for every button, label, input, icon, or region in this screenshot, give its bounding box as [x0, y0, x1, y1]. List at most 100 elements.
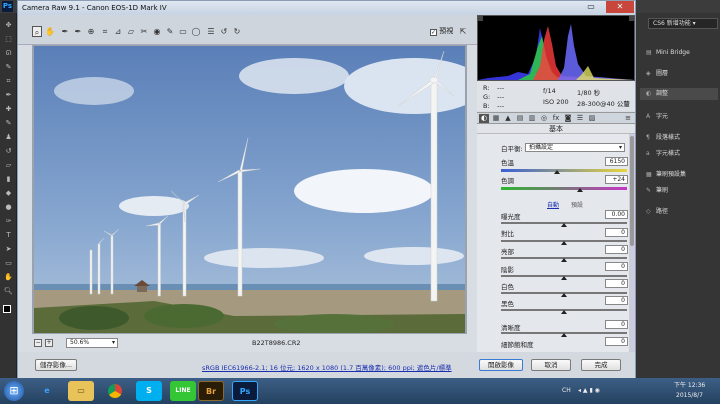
- crop-tool-icon[interactable]: ⌗: [3, 77, 14, 86]
- panel-paragraph-styles[interactable]: ¶ 段落樣式: [646, 132, 680, 144]
- maximize-button[interactable]: ▭: [578, 1, 604, 13]
- exposure-slider-handle[interactable]: [561, 223, 567, 227]
- tint-input[interactable]: +24: [605, 175, 628, 184]
- whites-input[interactable]: 0: [605, 279, 628, 288]
- default-link[interactable]: 預設: [571, 200, 583, 209]
- highlights-input[interactable]: 0: [605, 245, 628, 254]
- preview-checkbox[interactable]: ✓ 預視: [430, 26, 453, 37]
- internet-explorer-icon[interactable]: e: [34, 381, 60, 401]
- close-button[interactable]: ✕: [606, 1, 634, 13]
- blacks-input[interactable]: 0: [605, 296, 628, 305]
- preferences-icon[interactable]: ☰: [206, 26, 216, 37]
- vibrance-input[interactable]: 0: [605, 337, 628, 346]
- pen-tool-icon[interactable]: ✑: [3, 217, 14, 226]
- dodge-tool-icon[interactable]: ●: [3, 203, 14, 212]
- graduated-filter-icon[interactable]: ▭: [178, 26, 188, 37]
- bridge-icon[interactable]: Br: [198, 381, 224, 401]
- panel-character-styles[interactable]: a 字元樣式: [646, 148, 680, 160]
- healing-tool-icon[interactable]: ✚: [3, 105, 14, 114]
- path-select-tool-icon[interactable]: ➤: [3, 245, 14, 254]
- photoshop-taskbar-icon[interactable]: Ps: [232, 381, 258, 401]
- open-image-button[interactable]: 開啟影像: [479, 359, 523, 371]
- skype-icon[interactable]: S: [136, 381, 162, 401]
- transform-icon[interactable]: ▱: [126, 26, 136, 37]
- radial-filter-icon[interactable]: ◯: [191, 26, 201, 37]
- whites-slider-handle[interactable]: [561, 293, 567, 297]
- straighten-icon[interactable]: ⊿: [113, 26, 123, 37]
- blur-tool-icon[interactable]: ◆: [3, 189, 14, 198]
- exposure-input[interactable]: 0.00: [605, 210, 628, 219]
- workspace-switcher[interactable]: CS6 新增功能 ▾: [648, 18, 718, 29]
- clarity-slider-handle[interactable]: [561, 333, 567, 337]
- shape-tool-icon[interactable]: ▭: [3, 259, 14, 268]
- tab-snapshots-icon[interactable]: ▨: [587, 114, 597, 123]
- move-tool-icon[interactable]: ✥: [3, 21, 14, 30]
- color-sampler-icon[interactable]: ✒: [73, 26, 83, 37]
- white-balance-select[interactable]: 拍攝設定 ▾: [525, 143, 625, 152]
- panel-brush-presets[interactable]: ▦ 筆刷預設集: [646, 169, 686, 181]
- tint-slider[interactable]: [501, 187, 627, 190]
- tab-basic[interactable]: ◐: [479, 114, 489, 123]
- temperature-slider-handle[interactable]: [554, 170, 560, 174]
- panel-paths[interactable]: ◇ 路徑: [646, 206, 668, 218]
- marquee-tool-icon[interactable]: ⬚: [3, 35, 14, 44]
- zoom-tool-icon[interactable]: 🔍︎: [3, 287, 14, 296]
- stamp-tool-icon[interactable]: ♟: [3, 133, 14, 142]
- shadows-slider-handle[interactable]: [561, 276, 567, 280]
- contrast-input[interactable]: 0: [605, 228, 628, 237]
- auto-link[interactable]: 自動: [547, 200, 559, 209]
- panel-brush[interactable]: ✎ 筆刷: [646, 185, 668, 197]
- targeted-adjust-icon[interactable]: ⊕: [86, 26, 96, 37]
- tab-split-toning-icon[interactable]: ▥: [527, 114, 537, 123]
- tab-effects-icon[interactable]: fx: [551, 114, 561, 123]
- contrast-slider-handle[interactable]: [561, 241, 567, 245]
- photo-preview[interactable]: [34, 46, 465, 333]
- hand-icon[interactable]: ✋: [45, 26, 55, 37]
- type-tool-icon[interactable]: T: [3, 231, 14, 240]
- highlights-slider-handle[interactable]: [561, 258, 567, 262]
- panel-scrollbar-thumb[interactable]: [630, 136, 634, 246]
- panel-adjustments[interactable]: ◐ 調整: [640, 88, 718, 100]
- eyedropper-tool-icon[interactable]: ✒: [3, 91, 14, 100]
- tab-lens-icon[interactable]: ◎: [539, 114, 549, 123]
- temperature-input[interactable]: 6150: [605, 157, 628, 166]
- crop-icon[interactable]: ⌗: [100, 26, 110, 37]
- white-balance-icon[interactable]: ✒: [60, 26, 70, 37]
- zoom-level-select[interactable]: 50.6% ▾: [66, 338, 118, 348]
- history-brush-tool-icon[interactable]: ↺: [3, 147, 14, 156]
- fullscreen-icon[interactable]: ⇱: [458, 26, 468, 37]
- foreground-color-swatch[interactable]: [3, 305, 11, 313]
- tab-tone-curve-icon[interactable]: ▦: [491, 114, 501, 123]
- clarity-input[interactable]: 0: [605, 320, 628, 329]
- lasso-tool-icon[interactable]: ᘏ: [3, 49, 14, 58]
- tab-presets-icon[interactable]: ☰: [575, 114, 585, 123]
- done-button[interactable]: 完成: [581, 359, 621, 371]
- brush-tool-icon[interactable]: ✎: [3, 119, 14, 128]
- quick-select-tool-icon[interactable]: ✎: [3, 63, 14, 72]
- gradient-tool-icon[interactable]: ▮: [3, 175, 14, 184]
- workflow-options-link[interactable]: sRGB IEC61966-2.1; 16 位元; 1620 x 1080 (1…: [202, 362, 452, 372]
- panel-character[interactable]: A 字元: [646, 111, 668, 123]
- rotate-right-icon[interactable]: ↻: [232, 26, 242, 37]
- hand-tool-icon[interactable]: ✋: [3, 273, 14, 282]
- windows-start-icon[interactable]: ⊞: [4, 381, 24, 401]
- clock-time[interactable]: 下午 12:36: [674, 381, 705, 391]
- red-eye-icon[interactable]: ◉: [152, 26, 162, 37]
- file-explorer-icon[interactable]: ▭: [68, 381, 94, 401]
- save-image-button[interactable]: 儲存影像...: [35, 359, 77, 371]
- tab-hsl-icon[interactable]: ▤: [515, 114, 525, 123]
- zoom-out-button[interactable]: −: [34, 339, 42, 347]
- line-icon[interactable]: LINE: [170, 381, 196, 401]
- language-indicator[interactable]: CH: [562, 386, 571, 396]
- chrome-icon[interactable]: [102, 381, 128, 401]
- tab-detail-icon[interactable]: ▲: [503, 114, 513, 123]
- cancel-button[interactable]: 取消: [531, 359, 571, 371]
- eraser-tool-icon[interactable]: ▱: [3, 161, 14, 170]
- tab-camera-calibration-icon[interactable]: ◙: [563, 114, 573, 123]
- tint-slider-handle[interactable]: [577, 188, 583, 192]
- panel-layers[interactable]: ◈ 圖層: [646, 68, 668, 80]
- zoom-in-button[interactable]: +: [45, 339, 53, 347]
- clock-date[interactable]: 2015/8/7: [676, 391, 703, 401]
- shadows-input[interactable]: 0: [605, 262, 628, 271]
- panel-mini-bridge[interactable]: ▤ Mini Bridge: [646, 47, 690, 59]
